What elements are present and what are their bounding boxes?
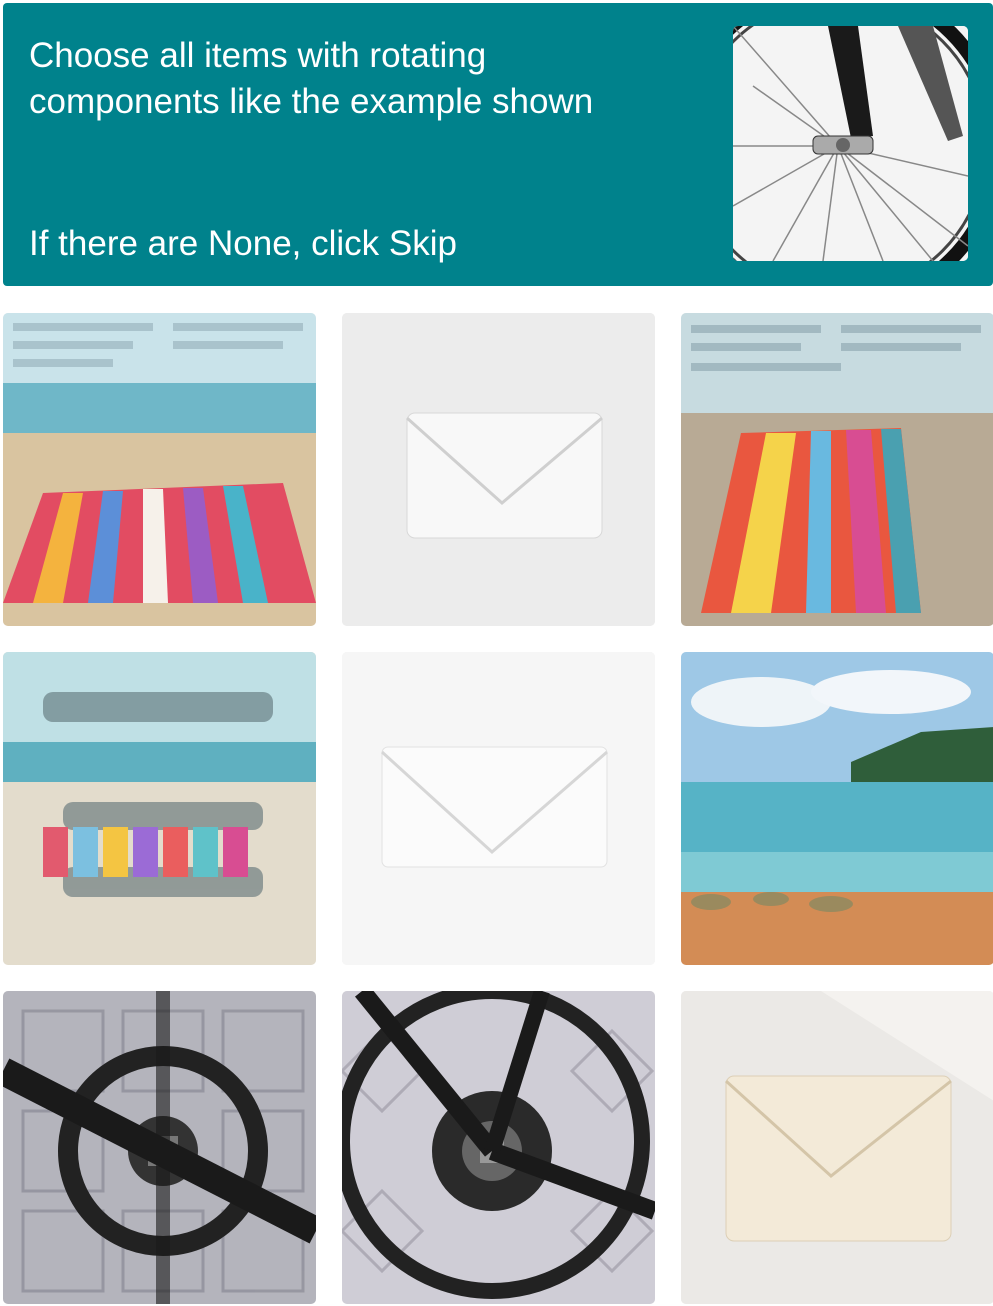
- grid-tile-2[interactable]: [342, 313, 655, 626]
- envelope-image: [681, 991, 993, 1304]
- grid-tile-7[interactable]: [3, 991, 316, 1304]
- bicycle-crankset-image: [342, 991, 655, 1304]
- challenge-prompt: Choose all items with rotating component…: [29, 36, 594, 121]
- bicycle-crankset-image: [3, 991, 316, 1304]
- beach-towel-image: [3, 313, 316, 626]
- beach-towel-image: [681, 313, 993, 626]
- beach-towel-image: [3, 652, 316, 965]
- grid-tile-9[interactable]: [681, 991, 993, 1304]
- envelope-image: [342, 652, 655, 965]
- skip-hint: If there are None, click Skip: [29, 224, 457, 263]
- grid-tile-3[interactable]: [681, 313, 993, 626]
- grid-tile-6[interactable]: [681, 652, 993, 965]
- image-grid: [3, 313, 993, 1306]
- grid-tile-5[interactable]: [342, 652, 655, 965]
- example-image: [733, 26, 968, 261]
- grid-tile-1[interactable]: [3, 313, 316, 626]
- lake-image: [681, 652, 993, 965]
- grid-tile-8[interactable]: [342, 991, 655, 1304]
- grid-tile-4[interactable]: [3, 652, 316, 965]
- challenge-header: Choose all items with rotating component…: [3, 3, 993, 286]
- envelope-image: [342, 313, 655, 626]
- bicycle-wheel-icon: [733, 26, 968, 261]
